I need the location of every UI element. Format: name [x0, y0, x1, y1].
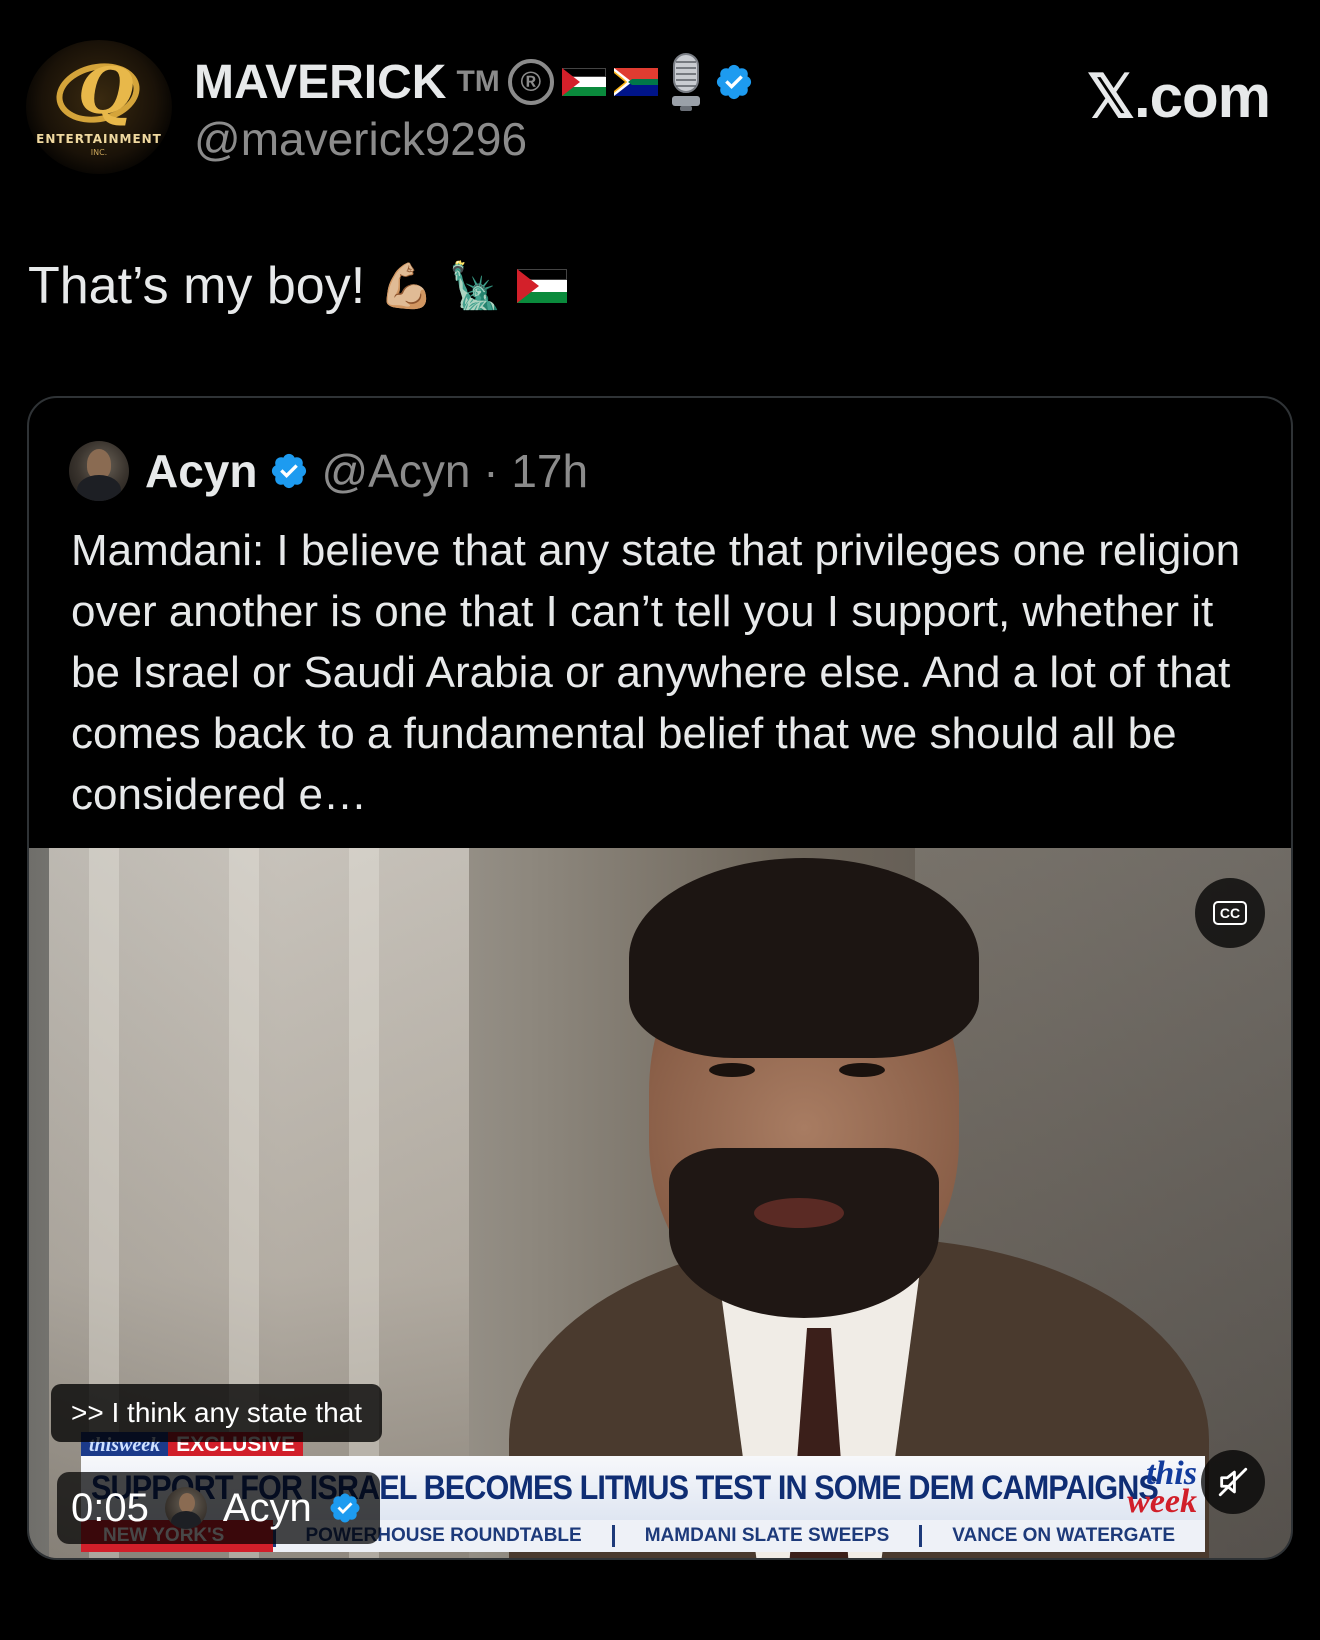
cc-icon: CC	[1212, 901, 1248, 925]
video-player[interactable]: CC thisweek EXCLUSIVE SUPPORT FOR ISRAEL…	[29, 848, 1291, 1558]
author-name-row: MAVERICK TM ®	[194, 50, 754, 114]
this-week-logo: this week	[1127, 1457, 1197, 1520]
quoted-tweet-header: Acyn @Acyn · 17h	[69, 440, 588, 502]
x-brand-logo: 𝕏.com	[1086, 63, 1271, 130]
closed-captions-button[interactable]: CC	[1195, 878, 1265, 948]
video-subject-eye	[839, 1063, 885, 1077]
mute-button[interactable]	[1201, 1450, 1265, 1514]
quoted-tweet-body: Mamdani: I believe that any state that p…	[71, 526, 1241, 819]
video-caption: >> I think any state that	[51, 1384, 383, 1442]
tweet-header: Q ENTERTAINMENT INC. MAVERICK TM ® @mave…	[0, 0, 1320, 190]
registered-icon: ®	[507, 59, 554, 105]
author-avatar[interactable]: Q ENTERTAINMENT INC.	[26, 40, 172, 174]
uploader-name: Acyn	[222, 1485, 312, 1530]
south-africa-flag-icon	[613, 68, 658, 96]
video-subject-hair	[629, 858, 979, 1058]
verified-badge-icon	[330, 1493, 360, 1523]
logo-subtext: INC.	[90, 148, 108, 157]
author-handle[interactable]: @maverick9296	[194, 112, 527, 166]
logo-q-graphic: Q	[78, 54, 134, 129]
tweet-text-body: That’s my boy!	[28, 257, 366, 315]
quoted-author-handle-time[interactable]: @Acyn · 17h	[321, 444, 588, 498]
tweet-text: That’s my boy! 💪🏼 🗽	[28, 256, 567, 316]
logo-line-2: week	[1127, 1483, 1197, 1520]
ticker-item: VANCE ON WATERGATE	[919, 1525, 1205, 1547]
quoted-tweet-card[interactable]: Acyn @Acyn · 17h Mamdani: I believe that…	[27, 396, 1293, 1560]
speaker-muted-icon	[1218, 1467, 1248, 1497]
logo-text: ENTERTAINMENT	[36, 132, 162, 146]
video-subject-eye	[709, 1063, 755, 1077]
palestine-flag-icon	[561, 68, 606, 96]
ticker-item: MAMDANI SLATE SWEEPS	[611, 1525, 920, 1547]
flexed-biceps-icon: 💪🏼	[379, 262, 434, 311]
quoted-author-avatar[interactable]	[69, 441, 129, 501]
verified-badge-icon	[716, 64, 751, 100]
statue-of-liberty-icon: 🗽	[447, 262, 503, 311]
video-info-bar[interactable]: 0:05 Acyn	[57, 1472, 380, 1544]
video-time: 0:05	[71, 1485, 149, 1530]
uploader-avatar	[164, 1487, 207, 1529]
palestine-flag-icon	[516, 269, 567, 303]
video-subject-mouth	[754, 1198, 844, 1228]
microphone-icon	[671, 53, 700, 111]
quoted-author-name[interactable]: Acyn	[145, 444, 257, 498]
verified-badge-icon	[272, 453, 307, 489]
video-subject-beard	[669, 1148, 939, 1318]
author-display-name[interactable]: MAVERICK	[194, 55, 446, 110]
trademark-mark: TM	[456, 65, 500, 98]
